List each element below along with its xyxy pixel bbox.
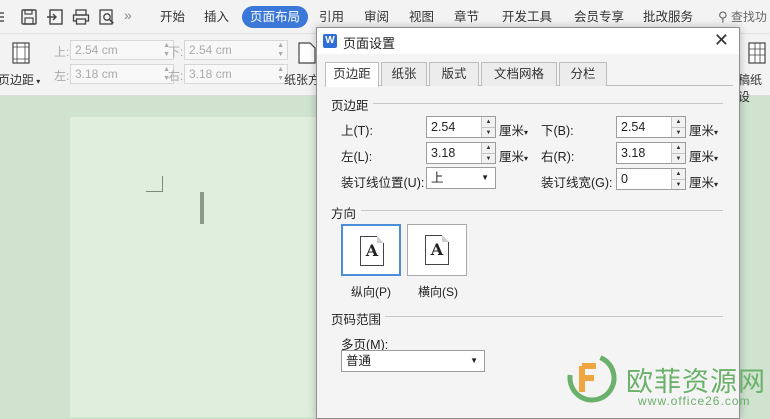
print-preview-icon[interactable]: [98, 8, 116, 26]
tab-margins[interactable]: 页边距: [325, 62, 379, 87]
landscape-option[interactable]: A: [407, 224, 467, 276]
ribbon-bottom-input[interactable]: 2.54 cm ▲ ▼: [184, 40, 288, 60]
page-range-group-title: 页码范围: [331, 313, 382, 327]
orientation-group-title: 方向: [331, 207, 357, 221]
tab-home[interactable]: 开始: [160, 0, 185, 34]
paper-orientation-icon[interactable]: [298, 42, 316, 64]
spin-down-icon: ▼: [672, 179, 685, 189]
watermark-url: www.office26.com: [638, 394, 751, 408]
left-margin-input[interactable]: 3.18 ▲ ▼: [426, 142, 496, 164]
tab-document-grid[interactable]: 文档网格: [481, 62, 557, 86]
dialog-title: 页面设置: [343, 36, 396, 51]
landscape-page-icon: A: [425, 235, 449, 265]
save-icon[interactable]: [20, 8, 38, 26]
export-pdf-icon[interactable]: [46, 8, 64, 26]
wps-logo-icon: W: [323, 34, 337, 48]
search-icon: ⚲: [718, 9, 728, 24]
ribbon-top-label: 上:: [54, 45, 70, 59]
ribbon-left-input[interactable]: 3.18 cm ▲ ▼: [70, 64, 174, 84]
divider: [385, 316, 723, 317]
tab-columns[interactable]: 分栏: [559, 62, 607, 86]
menu-icon[interactable]: [0, 8, 8, 26]
tab-insert[interactable]: 插入: [204, 0, 229, 34]
spin-up-icon: ▲: [482, 117, 495, 127]
dropdown-arrow-icon: ▼: [481, 173, 489, 182]
margins-group-title: 页边距: [331, 99, 369, 113]
right-margin-label: 右(R):: [541, 150, 575, 164]
ribbon-right-label: 右:: [168, 69, 184, 83]
portrait-option[interactable]: A: [341, 224, 401, 276]
gutter-width-input[interactable]: 0 ▲ ▼: [616, 168, 686, 190]
print-icon[interactable]: [72, 8, 90, 26]
gutter-unit-select[interactable]: 厘米▾: [689, 172, 718, 191]
manuscript-paper-label[interactable]: 稿纸设: [738, 71, 770, 105]
bottom-margin-input[interactable]: 2.54 ▲ ▼: [616, 116, 686, 138]
top-margin-label: 上(T):: [341, 124, 373, 138]
tab-paper[interactable]: 纸张: [381, 62, 427, 86]
spin-up-icon: ▲: [482, 143, 495, 153]
text-cursor: [200, 192, 204, 224]
spin-down-icon: ▼: [482, 127, 495, 137]
bottom-margin-label: 下(B):: [541, 124, 574, 138]
watermark-logo: [566, 352, 618, 404]
gutter-width-label: 装订线宽(G):: [541, 176, 613, 190]
multiple-pages-select[interactable]: 普通 ▼: [341, 350, 485, 372]
right-margin-input[interactable]: 3.18 ▲ ▼: [616, 142, 686, 164]
close-icon[interactable]: ✕: [714, 30, 729, 51]
paper-orientation-label[interactable]: 纸张方: [284, 71, 320, 88]
spin-down-icon: ▼: [672, 127, 685, 137]
margin-corner-mark: [146, 176, 163, 192]
manuscript-paper-icon[interactable]: [748, 42, 766, 64]
search-placeholder: 查找功: [730, 10, 767, 24]
spin-up-icon: ▲: [672, 143, 685, 153]
document-page[interactable]: [70, 117, 330, 417]
spin-up-icon: ▲: [672, 117, 685, 127]
left-unit-select[interactable]: 厘米▾: [499, 146, 528, 165]
ribbon-bottom-label: 下:: [168, 45, 184, 59]
margins-icon[interactable]: [12, 42, 30, 64]
top-margin-input[interactable]: 2.54 ▲ ▼: [426, 116, 496, 138]
portrait-label[interactable]: 纵向(P): [351, 283, 391, 300]
ribbon-left-label: 左:: [54, 69, 70, 83]
ribbon-top-input[interactable]: 2.54 cm ▲ ▼: [70, 40, 174, 60]
top-unit-select[interactable]: 厘米▾: [499, 120, 528, 139]
dialog-tabs: 页边距 纸张 版式 文档网格 分栏: [325, 62, 733, 87]
dropdown-arrow-icon: ▼: [470, 356, 478, 365]
landscape-label[interactable]: 横向(S): [418, 283, 458, 300]
spin-down-icon: ▼: [672, 153, 685, 163]
gutter-position-select[interactable]: 上 ▼: [426, 167, 496, 189]
left-margin-label: 左(L):: [341, 150, 373, 164]
dialog-title-bar: W 页面设置 ✕: [317, 28, 739, 54]
tab-layout[interactable]: 版式: [429, 62, 479, 86]
spin-down-icon: ▼: [482, 153, 495, 163]
right-unit-select[interactable]: 厘米▾: [689, 146, 718, 165]
portrait-page-icon: A: [360, 236, 384, 266]
gutter-position-label: 装订线位置(U):: [341, 176, 425, 190]
margins-label[interactable]: 页边距 ▾: [0, 71, 40, 88]
dropdown-arrow-icon: ▾: [34, 77, 41, 86]
ribbon-right-input[interactable]: 3.18 cm ▲ ▼: [184, 64, 288, 84]
spin-up-icon: ▲: [672, 169, 685, 179]
bottom-unit-select[interactable]: 厘米▾: [689, 120, 718, 139]
tab-page-layout[interactable]: 页面布局: [242, 6, 308, 28]
divider: [373, 103, 723, 104]
divider: [361, 210, 723, 211]
chevrons-right-icon[interactable]: »: [124, 7, 132, 23]
